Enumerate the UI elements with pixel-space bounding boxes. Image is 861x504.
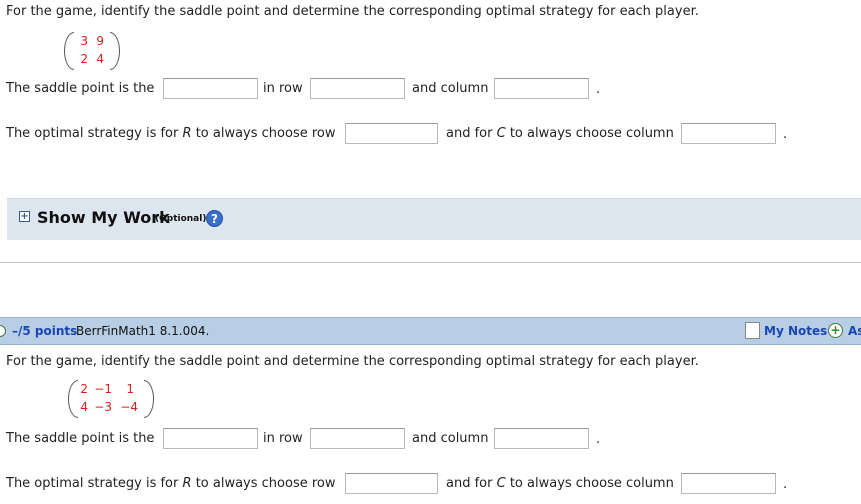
left-paren: [64, 32, 74, 70]
and-column-label: and column: [412, 81, 489, 96]
c-strategy-label: and for C to always choose column: [446, 476, 674, 491]
question-code: BerrFinMath1 8.1.004.: [76, 324, 210, 338]
r-row-input[interactable]: [345, 473, 438, 494]
right-paren: [144, 380, 154, 418]
notes-icon[interactable]: [745, 322, 760, 339]
help-icon[interactable]: ?: [206, 210, 223, 227]
show-my-work-panel[interactable]: + Show My Work (Optional) ?: [7, 198, 861, 240]
matrix-entry: −4: [120, 400, 138, 414]
expand-plus-icon[interactable]: +: [19, 211, 30, 222]
right-paren: [110, 32, 120, 70]
payoff-matrix: 3 9 2 4: [64, 32, 120, 70]
c-column-input[interactable]: [681, 473, 776, 494]
matrix-entry: 3: [80, 34, 88, 48]
c-column-input[interactable]: [681, 123, 776, 144]
show-my-work-title[interactable]: Show My Work: [37, 208, 170, 227]
saddle-row-input[interactable]: [310, 428, 405, 449]
saddle-column-input[interactable]: [494, 428, 589, 449]
player-r: R: [182, 476, 192, 491]
matrix-entry: −1: [94, 382, 112, 396]
period: .: [783, 127, 788, 142]
question-prompt: For the game, identify the saddle point …: [6, 354, 699, 369]
matrix-entry: 2: [80, 52, 88, 66]
payoff-matrix: 2 −1 1 4 −3 −4: [68, 380, 154, 418]
matrix-entry: 4: [80, 400, 88, 414]
points-label: –/5 points: [12, 324, 78, 338]
question-prompt: For the game, identify the saddle point …: [6, 4, 699, 19]
in-row-label: in row: [263, 81, 303, 96]
r-row-input[interactable]: [345, 123, 438, 144]
question-header-bar: –/5 points BerrFinMath1 8.1.004. My Note…: [0, 317, 861, 345]
optimal-strategy-label: The optimal strategy is for R to always …: [6, 126, 336, 141]
matrix-entry: 4: [96, 52, 104, 66]
matrix-entry: −3: [94, 400, 112, 414]
player-r: R: [182, 126, 192, 141]
saddle-value-input[interactable]: [163, 78, 258, 99]
status-dot-icon: [0, 325, 6, 337]
player-c: C: [496, 476, 506, 491]
optimal-strategy-label: The optimal strategy is for R to always …: [6, 476, 336, 491]
in-row-label: in row: [263, 431, 303, 446]
divider: [0, 262, 861, 263]
saddle-value-input[interactable]: [163, 428, 258, 449]
matrix-entry: 2: [80, 382, 88, 396]
matrix-entry: 9: [96, 34, 104, 48]
c-strategy-label: and for C to always choose column: [446, 126, 674, 141]
matrix-entry: 1: [126, 382, 134, 396]
and-column-label: and column: [412, 431, 489, 446]
saddle-point-label: The saddle point is the: [6, 81, 155, 96]
period: .: [596, 82, 601, 97]
my-notes-link[interactable]: My Notes: [764, 324, 827, 338]
saddle-column-input[interactable]: [494, 78, 589, 99]
ask-link[interactable]: As: [848, 324, 861, 338]
saddle-point-label: The saddle point is the: [6, 431, 155, 446]
ask-plus-icon[interactable]: +: [828, 323, 843, 338]
saddle-row-input[interactable]: [310, 78, 405, 99]
period: .: [783, 477, 788, 492]
optional-note: (Optional): [155, 214, 207, 224]
player-c: C: [496, 126, 506, 141]
period: .: [596, 432, 601, 447]
